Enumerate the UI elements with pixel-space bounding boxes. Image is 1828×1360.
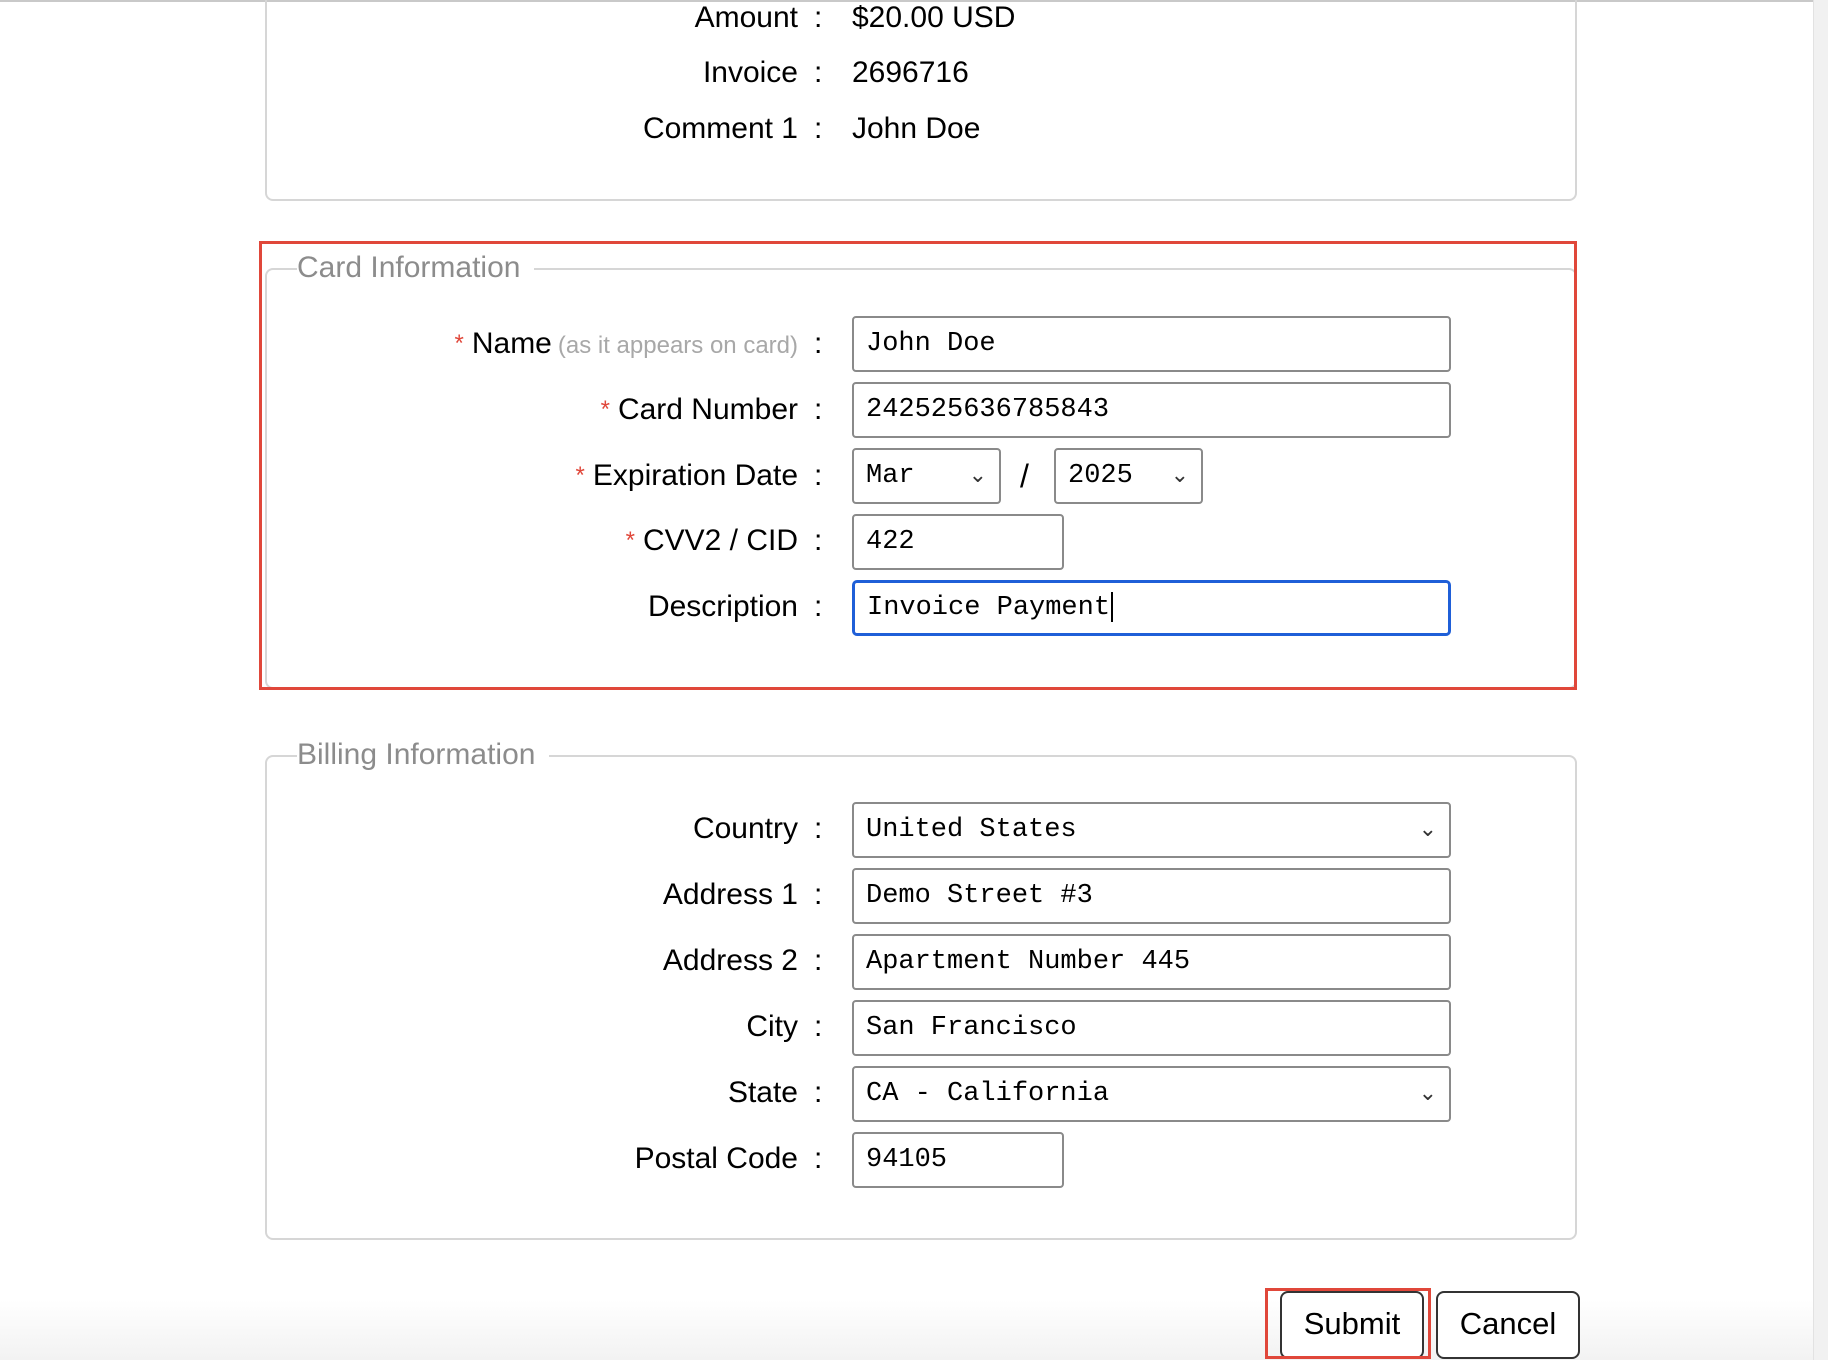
comment1-value: John Doe xyxy=(852,112,981,145)
invoice-value: 2696716 xyxy=(852,56,969,89)
country-select[interactable]: United States ⌄ xyxy=(852,802,1451,858)
country-label: Country xyxy=(692,812,798,845)
comment1-label: Comment 1 xyxy=(642,112,798,145)
address2-colon: : xyxy=(814,944,823,977)
chevron-down-icon: ⌄ xyxy=(1418,1081,1437,1106)
address2-label: Address 2 xyxy=(662,944,798,977)
amount-value: $20.00 USD xyxy=(852,1,1016,34)
address2-input[interactable]: Apartment Number 445 xyxy=(852,934,1451,990)
state-value: CA - California xyxy=(866,1079,1110,1109)
invoice-colon: : xyxy=(814,56,823,89)
postal-code-input[interactable]: 94105 xyxy=(852,1132,1064,1188)
invoice-label: Invoice xyxy=(702,56,798,89)
amount-label: Amount xyxy=(694,1,798,34)
country-colon: : xyxy=(814,812,823,845)
country-value: United States xyxy=(866,815,1077,845)
city-input[interactable]: San Francisco xyxy=(852,1000,1451,1056)
billing-information-legend: Billing Information xyxy=(297,737,550,773)
cancel-button[interactable]: Cancel xyxy=(1436,1291,1580,1359)
submit-highlight xyxy=(1265,1288,1431,1359)
city-label: City xyxy=(746,1010,798,1043)
address1-label: Address 1 xyxy=(662,878,798,911)
comment1-colon: : xyxy=(814,112,823,145)
state-colon: : xyxy=(814,1076,823,1109)
state-select[interactable]: CA - California ⌄ xyxy=(852,1066,1451,1122)
city-colon: : xyxy=(814,1010,823,1043)
postal-code-label: Postal Code xyxy=(634,1142,798,1175)
address1-colon: : xyxy=(814,878,823,911)
state-label: State xyxy=(727,1076,798,1109)
address1-input[interactable]: Demo Street #3 xyxy=(852,868,1451,924)
chevron-down-icon: ⌄ xyxy=(1418,817,1437,842)
amount-colon: : xyxy=(814,1,823,34)
card-information-highlight xyxy=(259,241,1577,690)
postal-code-colon: : xyxy=(814,1142,823,1175)
vertical-scrollbar[interactable] xyxy=(1813,0,1828,1360)
